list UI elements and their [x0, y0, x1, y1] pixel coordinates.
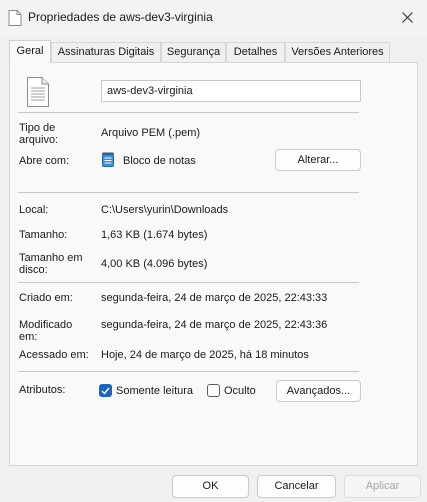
- apply-button[interactable]: Aplicar: [344, 475, 421, 498]
- separator: [18, 282, 359, 283]
- tab-seguranca[interactable]: Segurança: [161, 42, 226, 62]
- size-on-disk-value: 4,00 KB (4.096 bytes): [101, 258, 208, 270]
- change-button[interactable]: Alterar...: [275, 149, 361, 171]
- modified-label: Modificado em:: [19, 319, 73, 343]
- opens-with-label: Abre com:: [19, 155, 70, 167]
- separator: [18, 371, 359, 372]
- close-icon: [401, 11, 413, 23]
- location-label: Local:: [19, 204, 49, 216]
- type-label: Tipo de arquivo:: [19, 122, 59, 146]
- hidden-label[interactable]: Oculto: [224, 385, 256, 397]
- location-value: C:\Users\yurin\Downloads: [101, 204, 229, 216]
- cancel-button[interactable]: Cancelar: [257, 475, 336, 498]
- accessed-value: Hoje, 24 de março de 2025, há 18 minutos: [101, 349, 309, 361]
- size-value: 1,63 KB (1.674 bytes): [101, 229, 208, 241]
- close-button[interactable]: [387, 0, 427, 34]
- size-label: Tamanho:: [19, 229, 68, 241]
- tab-bar: Geral Assinaturas Digitais Segurança Det…: [9, 40, 418, 63]
- checkmark-icon: [101, 387, 110, 395]
- tab-detalhes[interactable]: Detalhes: [226, 42, 285, 62]
- document-icon: [8, 10, 22, 26]
- tab-assinaturas-digitais[interactable]: Assinaturas Digitais: [51, 42, 161, 62]
- created-value: segunda-feira, 24 de março de 2025, 22:4…: [101, 292, 328, 304]
- tab-versoes-anteriores[interactable]: Versões Anteriores: [285, 42, 390, 62]
- title-bar: Propriedades de aws-dev3-virginia: [0, 0, 427, 36]
- attributes-label: Atributos:: [19, 384, 66, 396]
- ok-button[interactable]: OK: [172, 475, 249, 498]
- separator: [18, 112, 359, 113]
- accessed-label: Acessado em:: [19, 349, 89, 361]
- general-panel: Tipo de arquivo: Arquivo PEM (.pem) Abre…: [9, 62, 418, 466]
- size-on-disk-label: Tamanho em disco:: [19, 252, 83, 276]
- document-icon: [27, 77, 49, 107]
- modified-value: segunda-feira, 24 de março de 2025, 22:4…: [101, 319, 328, 331]
- window-title: Propriedades de aws-dev3-virginia: [28, 10, 213, 24]
- advanced-button[interactable]: Avançados...: [276, 380, 361, 402]
- separator: [18, 192, 359, 193]
- created-label: Criado em:: [19, 292, 73, 304]
- notepad-icon: [102, 152, 114, 167]
- readonly-checkbox[interactable]: [99, 384, 112, 397]
- file-name-input[interactable]: [101, 80, 361, 102]
- hidden-checkbox[interactable]: [207, 384, 220, 397]
- opens-with-value: Bloco de notas: [123, 155, 196, 167]
- type-value: Arquivo PEM (.pem): [101, 127, 201, 139]
- readonly-label[interactable]: Somente leitura: [116, 385, 193, 397]
- tab-geral[interactable]: Geral: [9, 40, 51, 63]
